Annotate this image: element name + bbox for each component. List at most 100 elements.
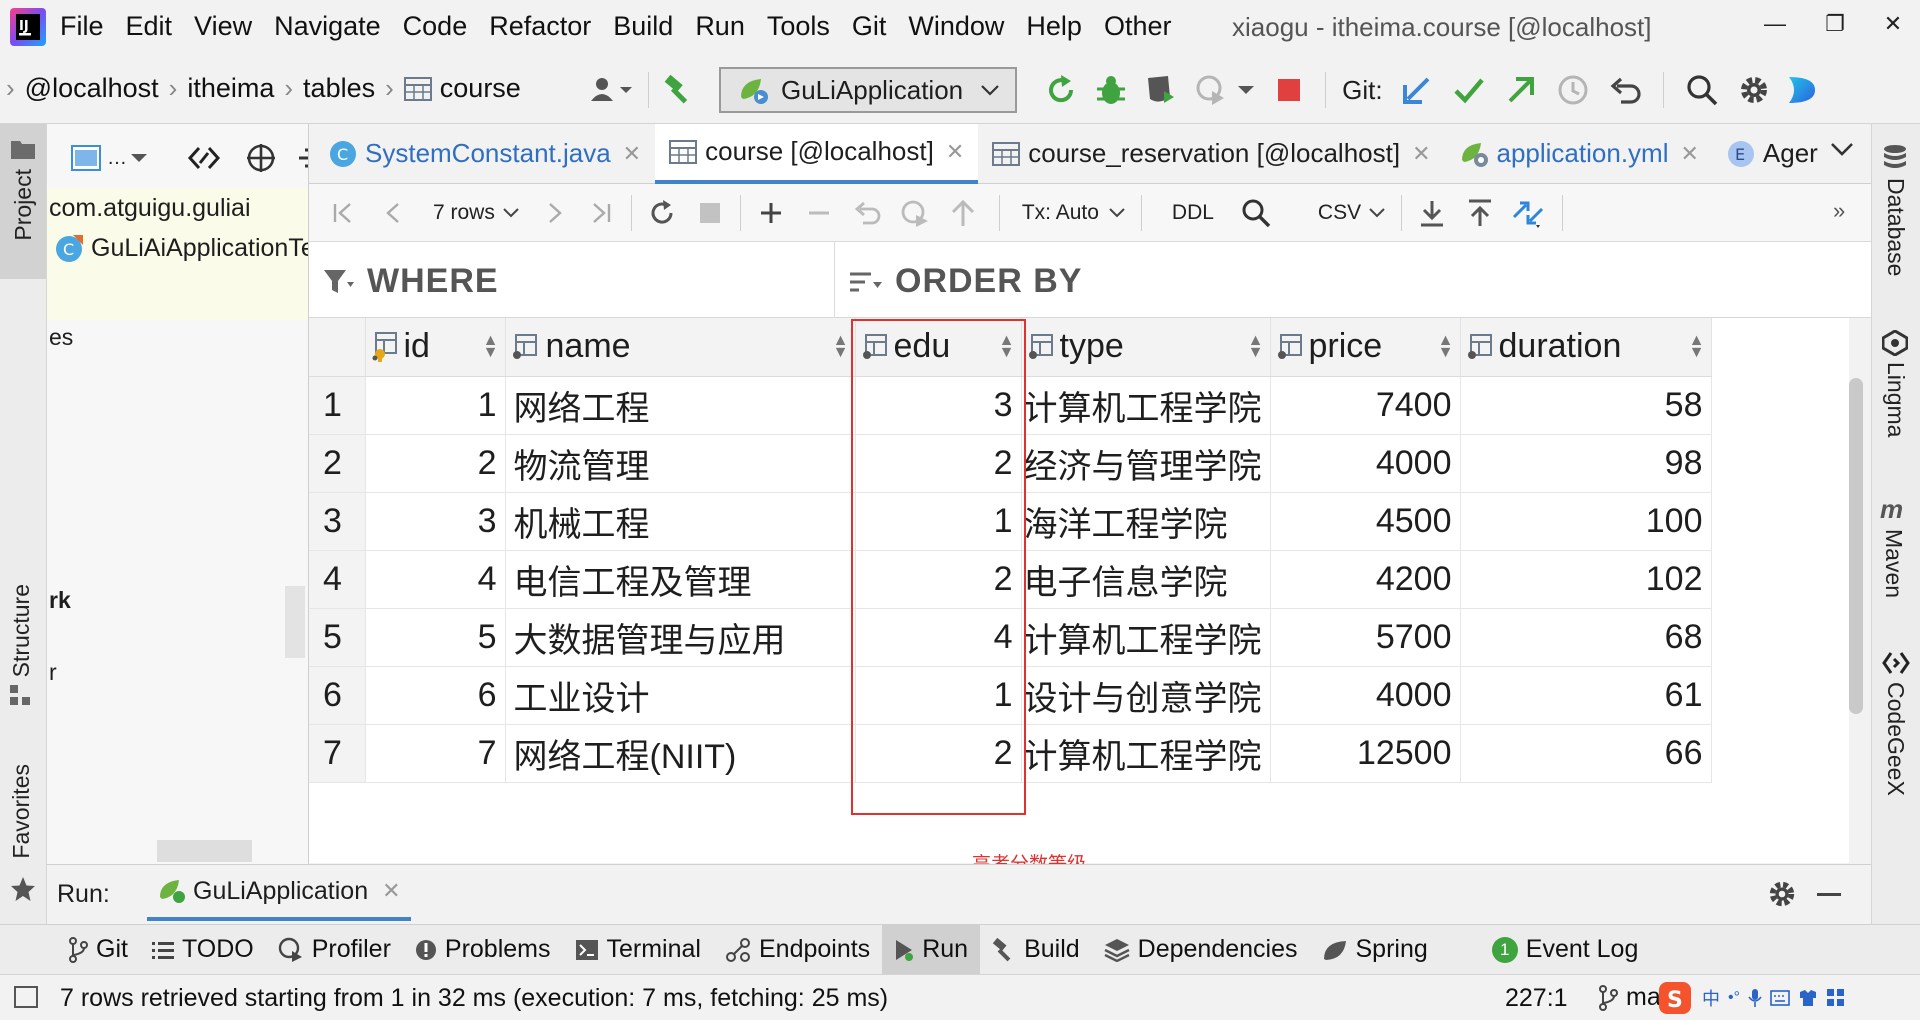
- sort-arrows-icon[interactable]: ▲ ▼: [999, 332, 1015, 360]
- lingma-tool-button[interactable]: Lingma: [1882, 330, 1909, 437]
- ime-toolbar[interactable]: S 中 •°: [1658, 981, 1846, 1015]
- cursor-position[interactable]: 227:1: [1505, 984, 1568, 1013]
- menu-view[interactable]: View: [194, 11, 252, 42]
- menu-refactor[interactable]: Refactor: [489, 11, 591, 42]
- cell-price[interactable]: 12500: [1270, 724, 1461, 783]
- chevron-down-icon[interactable]: [131, 153, 147, 163]
- star-icon[interactable]: [10, 876, 36, 902]
- cell-edu[interactable]: 1: [855, 666, 1022, 725]
- menu-edit[interactable]: Edit: [126, 11, 173, 42]
- hide-panel-minus-icon[interactable]: [1817, 893, 1841, 896]
- tool-profiler[interactable]: Profiler: [266, 925, 403, 975]
- cell-edu[interactable]: 2: [855, 724, 1022, 783]
- cell-type[interactable]: 设计与创意学院: [1021, 666, 1271, 725]
- column-header-type[interactable]: type ▲ ▼: [1021, 318, 1271, 377]
- tool-event-log[interactable]: 1 Event Log: [1480, 925, 1651, 975]
- more-actions-chevron-icon[interactable]: »: [1833, 198, 1845, 224]
- cell-name[interactable]: 工业设计: [505, 666, 856, 725]
- table-row[interactable]: 6 6 工业设计 1 设计与创意学院 4000 61: [309, 666, 1712, 725]
- column-header-duration[interactable]: duration ▲ ▼: [1460, 318, 1712, 377]
- tab-application-yml[interactable]: application.yml ✕: [1445, 124, 1713, 184]
- download-icon[interactable]: [1410, 191, 1454, 235]
- cell-name[interactable]: 电信工程及管理: [505, 550, 856, 609]
- cell-price[interactable]: 4500: [1270, 492, 1461, 551]
- cell-name[interactable]: 网络工程(NIIT): [505, 724, 856, 783]
- cell-type[interactable]: 计算机工程学院: [1021, 724, 1271, 783]
- coverage-shield-icon[interactable]: [1139, 68, 1183, 112]
- column-header-name[interactable]: name ▲ ▼: [505, 318, 856, 377]
- table-row[interactable]: 5 5 大数据管理与应用 4 计算机工程学院 5700 68: [309, 608, 1712, 667]
- menu-build[interactable]: Build: [613, 11, 673, 42]
- cell-name[interactable]: 机械工程: [505, 492, 856, 551]
- cell-duration[interactable]: 102: [1460, 550, 1712, 609]
- close-tab-icon[interactable]: ✕: [623, 141, 641, 167]
- project-tree-partial[interactable]: es: [49, 324, 73, 351]
- maven-tool-button[interactable]: m Maven: [1880, 494, 1907, 598]
- tab-system-constant[interactable]: C SystemConstant.java ✕: [309, 124, 655, 184]
- breadcrumb-course[interactable]: course: [440, 73, 521, 104]
- cell-type[interactable]: 经济与管理学院: [1021, 434, 1271, 493]
- debug-bug-icon[interactable]: [1089, 68, 1133, 112]
- menu-git[interactable]: Git: [852, 11, 887, 42]
- tool-todo[interactable]: TODO: [140, 925, 266, 975]
- tool-terminal[interactable]: Terminal: [563, 925, 713, 975]
- cell-price[interactable]: 4200: [1270, 550, 1461, 609]
- menu-run[interactable]: Run: [695, 11, 745, 42]
- ai-assistant-icon[interactable]: [1780, 68, 1824, 112]
- history-clock-icon[interactable]: [1551, 68, 1595, 112]
- tab-agent[interactable]: E Ager: [1713, 124, 1832, 184]
- table-row[interactable]: 1 1 网络工程 3 计算机工程学院 7400 58: [309, 376, 1712, 435]
- cancel-query-icon[interactable]: [688, 191, 732, 235]
- tool-endpoints[interactable]: Endpoints: [713, 925, 882, 975]
- search-icon[interactable]: [1680, 68, 1724, 112]
- structure-tool-button[interactable]: Structure: [8, 584, 35, 707]
- git-update-icon[interactable]: [1395, 68, 1439, 112]
- grid-vertical-scrollbar[interactable]: [1849, 378, 1863, 714]
- order-by-filter[interactable]: ORDER BY: [849, 262, 1082, 301]
- table-row[interactable]: 4 4 电信工程及管理 2 电子信息学院 4200 102: [309, 550, 1712, 609]
- menu-tools[interactable]: Tools: [767, 11, 830, 42]
- submit-arrow-up-icon[interactable]: [941, 191, 985, 235]
- minimize-button[interactable]: —: [1748, 4, 1802, 44]
- cell-duration[interactable]: 68: [1460, 608, 1712, 667]
- menu-window[interactable]: Window: [908, 11, 1004, 42]
- window-layout-icon[interactable]: [71, 145, 101, 171]
- sort-arrows-icon[interactable]: ▲ ▼: [833, 332, 849, 360]
- delete-row-icon[interactable]: [797, 191, 841, 235]
- cell-duration[interactable]: 61: [1460, 666, 1712, 725]
- compare-icon[interactable]: [1506, 191, 1550, 235]
- previous-page-icon[interactable]: [371, 191, 415, 235]
- sort-arrows-icon[interactable]: ▲ ▼: [483, 332, 499, 360]
- cell-price[interactable]: 4000: [1270, 434, 1461, 493]
- row-number[interactable]: 6: [309, 666, 366, 725]
- cell-edu[interactable]: 2: [855, 550, 1022, 609]
- cell-id[interactable]: 7: [365, 724, 506, 783]
- upload-icon[interactable]: [1458, 191, 1502, 235]
- tab-course-reservation[interactable]: course_reservation [@localhost] ✕: [978, 124, 1444, 184]
- project-tree-class-item[interactable]: C GuLiAiApplicationTe: [55, 234, 308, 263]
- column-header-edu[interactable]: edu ▲ ▼: [855, 318, 1022, 377]
- cell-duration[interactable]: 100: [1460, 492, 1712, 551]
- cell-price[interactable]: 7400: [1270, 376, 1461, 435]
- git-push-icon[interactable]: [1499, 68, 1543, 112]
- settings-gear-icon[interactable]: [1767, 879, 1797, 909]
- tool-build[interactable]: Build: [980, 925, 1092, 975]
- database-tool-button[interactable]: Database: [1882, 144, 1909, 276]
- column-header-id[interactable]: id ▲ ▼: [365, 318, 506, 377]
- tool-git[interactable]: Git: [56, 925, 140, 975]
- collapse-all-icon[interactable]: [187, 145, 221, 171]
- cell-id[interactable]: 4: [365, 550, 506, 609]
- expand-options-icon[interactable]: [299, 144, 308, 172]
- project-tree-package[interactable]: com.atguigu.guliai: [49, 194, 251, 223]
- cell-type[interactable]: 计算机工程学院: [1021, 608, 1271, 667]
- project-tree-partial[interactable]: r: [49, 659, 57, 686]
- rollback-icon[interactable]: [1603, 68, 1647, 112]
- cell-type[interactable]: 计算机工程学院: [1021, 376, 1271, 435]
- cell-id[interactable]: 5: [365, 608, 506, 667]
- cell-id[interactable]: 1: [365, 376, 506, 435]
- tool-spring[interactable]: Spring: [1310, 925, 1440, 975]
- table-row[interactable]: 2 2 物流管理 2 经济与管理学院 4000 98: [309, 434, 1712, 493]
- breadcrumb-host[interactable]: @localhost: [25, 73, 159, 104]
- build-hammer-icon[interactable]: [657, 68, 701, 112]
- git-commit-check-icon[interactable]: [1447, 68, 1491, 112]
